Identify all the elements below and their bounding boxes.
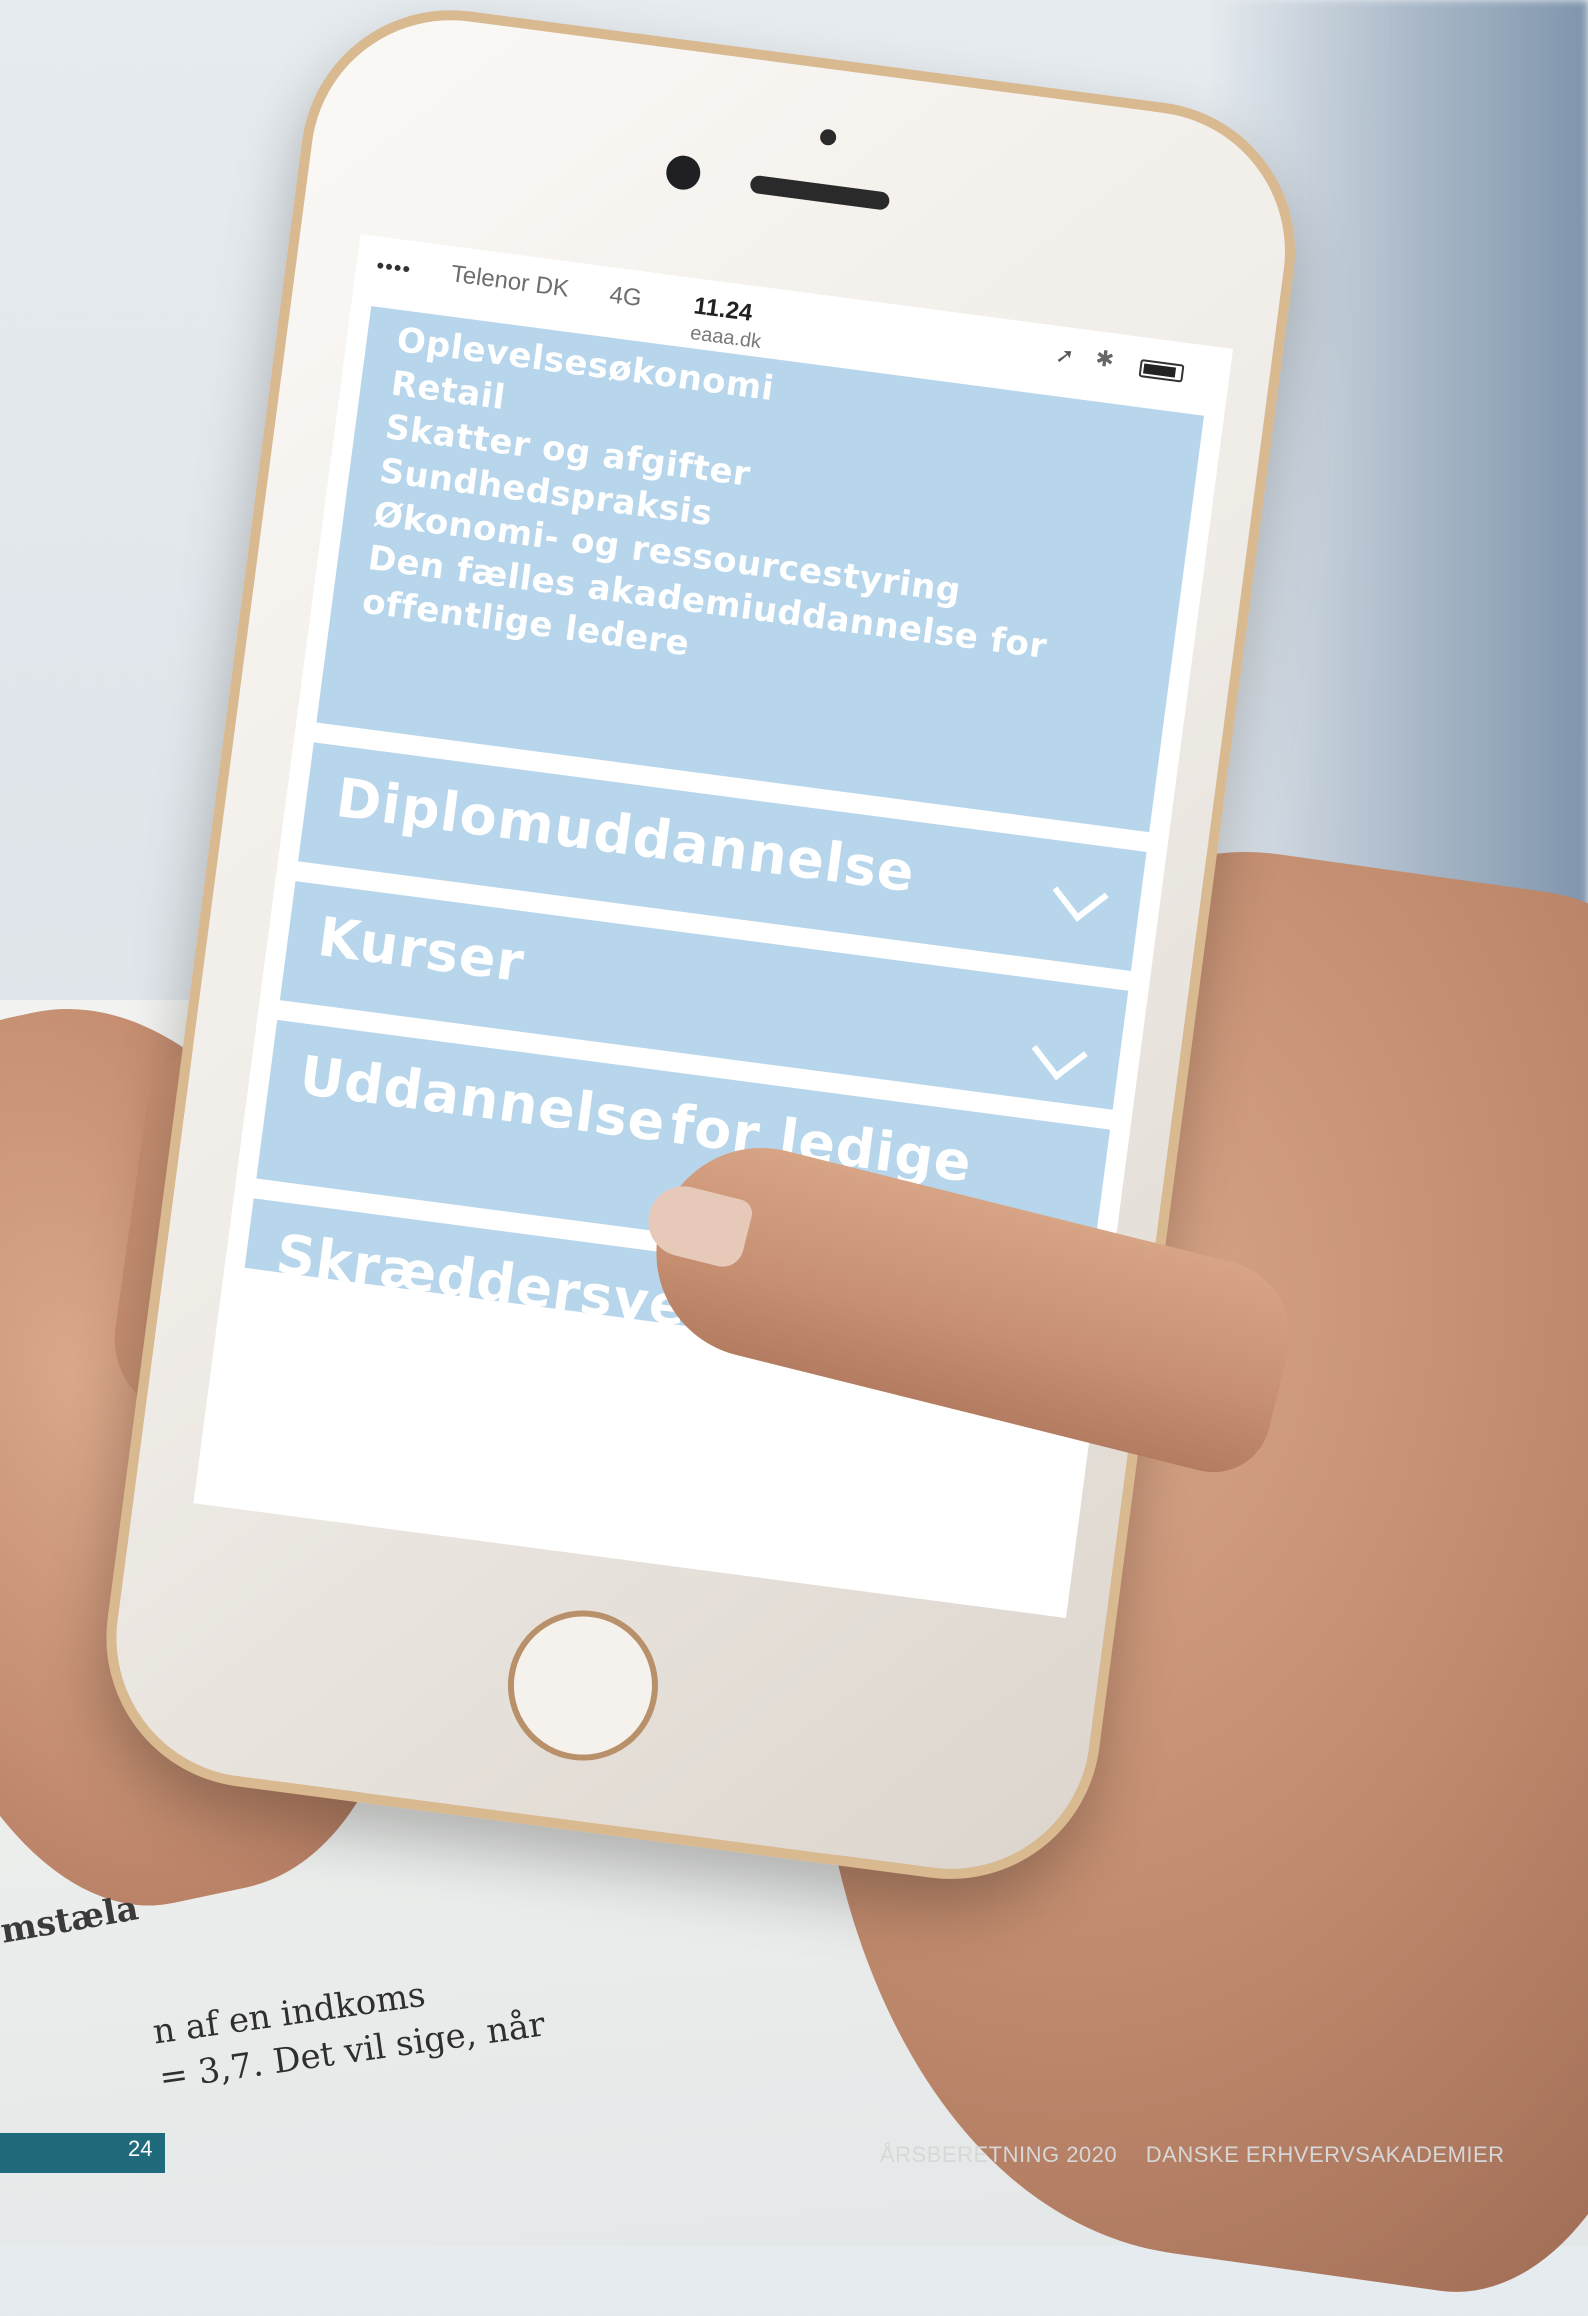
bluetooth-icon: ✱ (1094, 345, 1116, 373)
footer-organization: DANSKE ERHVERVSAKADEMIER (1145, 2142, 1505, 2167)
proximity-sensor (819, 128, 838, 147)
battery-icon (1138, 359, 1185, 383)
earpiece-speaker (749, 174, 891, 211)
chevron-down-icon[interactable] (1052, 865, 1109, 922)
location-arrow-icon: ➚ (1054, 341, 1076, 370)
accordion-label: Kurser (314, 904, 529, 995)
home-button[interactable] (498, 1601, 668, 1770)
network-type: 4G (607, 281, 644, 313)
smartphone: •••• Telenor DK 4G 11.24 eaaa.dk ➚ ✱ Opl… (88, 0, 1472, 1918)
chevron-down-icon[interactable] (1031, 1024, 1088, 1081)
carrier-name: Telenor DK (449, 260, 571, 303)
page-number: 24 (128, 2136, 153, 2161)
phone-body: •••• Telenor DK 4G 11.24 eaaa.dk ➚ ✱ Opl… (88, 0, 1314, 1898)
footer-report-title: ÅRSBERETNING 2020 (880, 2142, 1118, 2167)
footer-running-title: ÅRSBERETNING 2020 DANSKE ERHVERVSAKADEMI… (876, 2142, 1505, 2168)
signal-strength: •••• (374, 252, 413, 282)
front-camera (664, 153, 703, 192)
accordion-label-line-1: Uddannelse (296, 1043, 670, 1155)
